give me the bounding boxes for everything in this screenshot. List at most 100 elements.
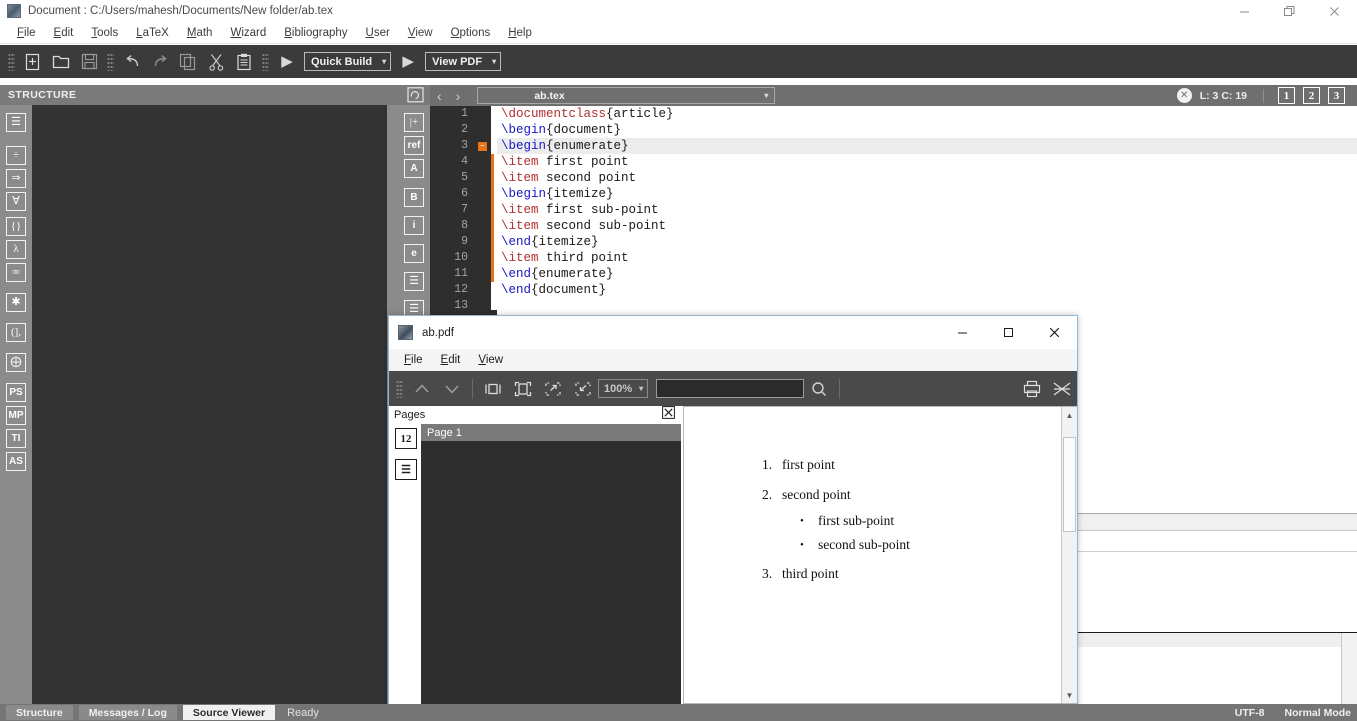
list-icon[interactable]: ☰ (6, 113, 26, 132)
undo-icon[interactable] (119, 49, 145, 74)
cut-icon[interactable] (203, 49, 229, 74)
print-icon[interactable] (1017, 375, 1047, 403)
tikz-icon[interactable]: TI (6, 429, 26, 448)
fold-gutter-cell[interactable] (474, 170, 491, 186)
run-build-button[interactable]: ▶ (274, 49, 300, 74)
metapost-icon[interactable]: MP (6, 406, 26, 425)
prev-page-icon[interactable] (407, 375, 437, 403)
pdf-minimize-button[interactable] (939, 316, 985, 349)
run-view-button[interactable]: ▶ (395, 49, 421, 74)
fold-gutter-cell[interactable]: − (474, 138, 491, 154)
toolbar-grip-3[interactable] (262, 52, 269, 71)
pdf-search-input[interactable] (656, 379, 805, 398)
close-button[interactable] (1312, 0, 1357, 22)
fit-width-icon[interactable] (478, 375, 508, 403)
zoom-in-icon[interactable] (538, 375, 568, 403)
toolbar-grip-2[interactable] (107, 52, 114, 71)
zoom-out-icon[interactable] (568, 375, 598, 403)
structure-tree[interactable] (32, 105, 387, 705)
save-icon[interactable] (76, 49, 102, 74)
code-text[interactable]: \end{itemize} (497, 234, 1357, 250)
lambda-icon[interactable]: λ (6, 240, 26, 259)
code-text[interactable]: \item first sub-point (497, 202, 1357, 218)
view-mode-2-button[interactable]: 2 (1303, 87, 1320, 104)
code-line[interactable]: 3− \begin{enumerate} (430, 138, 1357, 154)
outline-icon[interactable]: ☰ (395, 459, 417, 480)
search-icon[interactable] (804, 375, 834, 403)
code-line[interactable]: 9 \end{itemize} (430, 234, 1357, 250)
scrollbar-thumb[interactable] (1063, 437, 1076, 532)
menu-view[interactable]: View (399, 25, 442, 41)
quick-build-select[interactable]: Quick Build ▾ (304, 52, 392, 71)
background-scrollbar[interactable] (1341, 633, 1357, 705)
pages-list[interactable]: Page 1 (421, 424, 681, 704)
implies-icon[interactable]: ⇒ (6, 169, 26, 188)
code-line[interactable]: 13 (430, 298, 1357, 310)
menu-user[interactable]: User (357, 25, 399, 41)
code-text[interactable]: \begin{document} (497, 122, 1357, 138)
pdf-vertical-scrollbar[interactable]: ▲ ▼ (1061, 407, 1077, 703)
view-mode-1-button[interactable]: 1 (1278, 87, 1295, 104)
menu-help[interactable]: Help (499, 25, 541, 41)
code-text[interactable]: \begin{itemize} (497, 186, 1357, 202)
code-text[interactable]: \item third point (497, 250, 1357, 266)
code-line[interactable]: 12 \end{document} (430, 282, 1357, 298)
statusbar-tab-messages-log[interactable]: Messages / Log (78, 705, 177, 720)
fold-gutter-cell[interactable] (474, 202, 491, 218)
fit-page-icon[interactable] (508, 375, 538, 403)
code-text[interactable]: \end{document} (497, 282, 1357, 298)
asymptote-icon[interactable]: AS (6, 452, 26, 471)
scroll-up-icon[interactable]: ▲ (1062, 407, 1077, 423)
latex-source-editor[interactable]: 1 \documentclass{article} 2 \begin{document… (430, 106, 1357, 310)
nav-back-icon[interactable]: ‹ (430, 89, 449, 103)
statusbar-tab-source-viewer[interactable]: Source Viewer (182, 705, 276, 720)
code-text[interactable]: \documentclass{article} (497, 106, 1357, 122)
menu-bibliography[interactable]: Bibliography (275, 25, 356, 41)
fold-gutter-cell[interactable] (474, 250, 491, 266)
code-line[interactable]: 2 \begin{document} (430, 122, 1357, 138)
insert-label-icon[interactable]: |+ (404, 113, 424, 132)
emphasis-icon[interactable]: e (404, 244, 424, 263)
fold-gutter-cell[interactable] (474, 282, 491, 298)
code-text[interactable]: \item second sub-point (497, 218, 1357, 234)
postscript-icon[interactable]: PS (6, 383, 26, 402)
list-item[interactable]: Page 1 (421, 424, 681, 441)
fold-gutter-cell[interactable] (474, 218, 491, 234)
division-icon[interactable]: ÷ (6, 146, 26, 165)
code-line[interactable]: 11 \end{enumerate} (430, 266, 1357, 282)
braces-icon[interactable]: {} (6, 217, 26, 236)
toolbar-grip[interactable] (8, 52, 15, 71)
menu-latex[interactable]: LaTeX (127, 25, 178, 41)
brackets-icon[interactable]: (], (6, 323, 26, 342)
fold-gutter-cell[interactable] (474, 106, 491, 122)
paste-icon[interactable] (231, 49, 257, 74)
view-pdf-select[interactable]: View PDF ▾ (425, 52, 502, 71)
menu-options[interactable]: Options (442, 25, 500, 41)
menu-edit[interactable]: Edit (45, 25, 83, 41)
fold-gutter-cell[interactable] (474, 298, 491, 310)
menu-file[interactable]: File (8, 25, 45, 41)
nav-forward-icon[interactable]: › (449, 89, 468, 103)
code-text[interactable]: \end{enumerate} (497, 266, 1357, 282)
pdf-toolbar-grip[interactable] (396, 379, 403, 398)
view-mode-3-button[interactable]: 3 (1328, 87, 1345, 104)
code-line[interactable]: 10 \item third point (430, 250, 1357, 266)
code-line[interactable]: 1 \documentclass{article} (430, 106, 1357, 122)
person-icon[interactable]: ⨁ (6, 353, 26, 372)
code-line[interactable]: 6 \begin{itemize} (430, 186, 1357, 202)
zoom-level-select[interactable]: 100% ▾ (598, 379, 649, 398)
code-line[interactable]: 8 \item second sub-point (430, 218, 1357, 234)
code-line[interactable]: 4 \item first point (430, 154, 1357, 170)
fold-gutter-cell[interactable] (474, 154, 491, 170)
pdf-maximize-button[interactable] (985, 316, 1031, 349)
insert-ref-icon[interactable]: ref (404, 136, 424, 155)
fold-gutter-cell[interactable] (474, 234, 491, 250)
statusbar-tab-structure[interactable]: Structure (6, 705, 73, 720)
fold-gutter-cell[interactable] (474, 122, 491, 138)
copy-icon[interactable] (175, 49, 201, 74)
open-document-select[interactable]: ab.tex ▾ (477, 87, 776, 104)
menu-math[interactable]: Math (178, 25, 222, 41)
forall-icon[interactable]: ∀ (6, 192, 26, 211)
close-icon[interactable] (662, 406, 675, 424)
open-folder-icon[interactable] (48, 49, 74, 74)
